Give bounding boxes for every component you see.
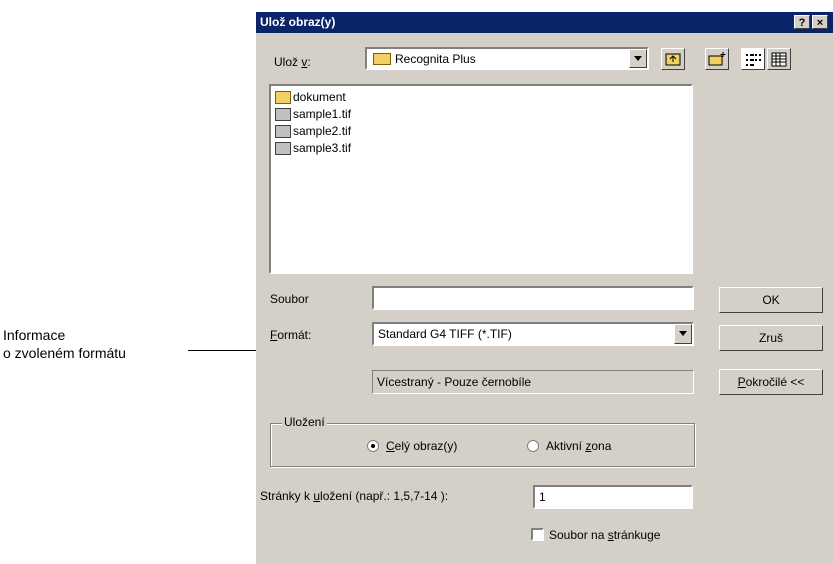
- file-name-label: Soubor: [270, 292, 309, 306]
- annotation-text: Informace o zvoleném formátu: [3, 326, 126, 362]
- up-folder-button[interactable]: [661, 48, 685, 70]
- save-in-value: Recognita Plus: [395, 52, 476, 66]
- format-info-text: Vícestraný - Pouze černobíle: [377, 375, 532, 389]
- format-info-box: Vícestraný - Pouze černobíle: [372, 370, 694, 394]
- file-list[interactable]: dokument sample1.tif sample2.tif sample3…: [269, 84, 693, 274]
- cancel-button[interactable]: Zruš: [719, 325, 823, 351]
- save-in-dropdown[interactable]: Recognita Plus: [365, 47, 649, 70]
- file-name: sample3.tif: [293, 141, 352, 155]
- page-files-checkbox-label[interactable]: Soubor na stránkuge: [549, 528, 660, 542]
- radio-whole-image[interactable]: [367, 440, 379, 452]
- annotation-line-1: Informace: [3, 327, 66, 343]
- folder-icon: [275, 91, 291, 105]
- image-file-icon: [275, 142, 291, 156]
- list-view-icon: [746, 54, 761, 66]
- radio-active-zone[interactable]: [527, 440, 539, 452]
- list-item[interactable]: dokument: [275, 89, 346, 105]
- details-view-button[interactable]: [767, 48, 791, 70]
- list-item[interactable]: sample2.tif: [275, 123, 351, 139]
- chevron-down-icon[interactable]: [629, 49, 647, 68]
- radio-zone-label[interactable]: Aktivní zona: [546, 439, 611, 453]
- save-images-dialog: Ulož obraz(y) ? × Ulož v: Recognita Plus…: [256, 12, 833, 564]
- annotation-line-2: o zvoleném formátu: [3, 345, 126, 361]
- advanced-button[interactable]: Pokročilé <<: [719, 369, 823, 395]
- list-view-button[interactable]: [741, 48, 765, 70]
- save-in-label: Ulož v:: [274, 55, 311, 69]
- save-group-label: Uložení: [282, 415, 327, 429]
- pages-label: Stránky k uložení (např.: 1,5,7-14 ):: [260, 489, 449, 503]
- new-folder-button[interactable]: [705, 48, 729, 70]
- folder-icon: [373, 53, 391, 65]
- pages-input[interactable]: 1: [533, 485, 693, 509]
- list-item[interactable]: sample1.tif: [275, 106, 351, 122]
- image-file-icon: [275, 125, 291, 139]
- file-name: sample2.tif: [293, 124, 352, 138]
- radio-whole-label[interactable]: Celý obraz(y): [386, 439, 457, 453]
- file-name-input[interactable]: [372, 286, 694, 310]
- list-item[interactable]: sample3.tif: [275, 140, 351, 156]
- new-folder-icon: [708, 52, 726, 66]
- page-files-checkbox[interactable]: [531, 528, 544, 541]
- details-view-icon: [771, 52, 787, 67]
- save-group: [270, 423, 695, 467]
- chevron-down-icon[interactable]: [674, 324, 692, 344]
- dialog-title: Ulož obraz(y): [260, 15, 336, 29]
- close-button[interactable]: ×: [812, 15, 828, 29]
- format-value: Standard G4 TIFF (*.TIF): [378, 327, 512, 341]
- format-label: Formát:: [270, 328, 312, 342]
- title-bar[interactable]: Ulož obraz(y) ? ×: [256, 12, 833, 33]
- help-button[interactable]: ?: [794, 15, 810, 29]
- file-name: dokument: [293, 90, 346, 104]
- format-dropdown[interactable]: Standard G4 TIFF (*.TIF): [372, 322, 694, 346]
- pages-value: 1: [539, 490, 546, 504]
- image-file-icon: [275, 108, 291, 122]
- ok-button[interactable]: OK: [719, 287, 823, 313]
- up-folder-icon: [665, 53, 681, 66]
- file-name: sample1.tif: [293, 107, 352, 121]
